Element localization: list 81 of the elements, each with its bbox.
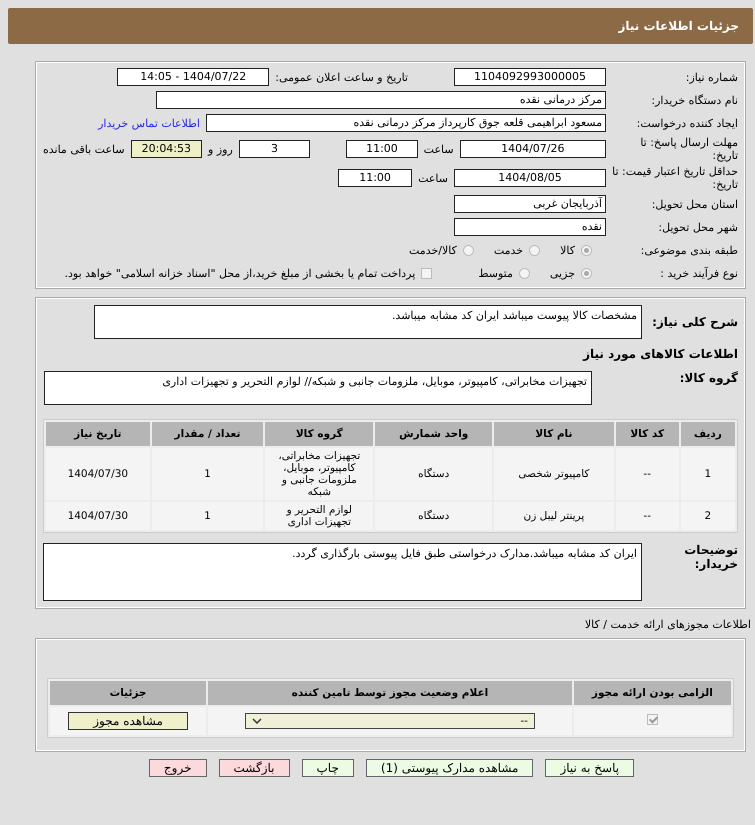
- buyer-field: مرکز درمانی نقده: [156, 91, 606, 109]
- table-cell: 1: [152, 448, 264, 500]
- action-button[interactable]: چاپ: [302, 759, 354, 777]
- province-field: آذربایجان غربی: [454, 195, 606, 213]
- buyer-notes-field: ایران کد مشابه میباشد.مدارک درخواستی طبق فایل پیوستی بارگذاری گردد.: [43, 543, 642, 601]
- table-cell: پرینتر لیبل زن: [494, 502, 614, 530]
- field-label: ساعت: [418, 172, 448, 184]
- goods-group-field: تجهیزات مخابراتی، کامپیوتر، موبایل، ملزومات جانبی و شبکه// لوازم التحریر و تجهیزات اداری: [44, 371, 592, 405]
- caret-icon: [252, 718, 262, 724]
- status-dropdown[interactable]: --: [244, 713, 535, 729]
- column-header: تعداد / مقدار: [152, 422, 264, 446]
- days-field: 3: [238, 140, 310, 158]
- radio-label: خدمت: [494, 244, 524, 256]
- view-license-button[interactable]: مشاهده مجوز: [68, 712, 188, 730]
- column-header: جزئیات: [50, 681, 206, 705]
- field-label: ساعت: [424, 142, 454, 156]
- column-header: الزامی بودن ارائه مجوز: [574, 681, 731, 705]
- radio-label: جزیی: [550, 266, 575, 280]
- table-cell: 1404/07/30: [46, 448, 150, 500]
- checkbox[interactable]: [421, 268, 432, 278]
- validity-date-field: 1404/08/05: [454, 169, 606, 187]
- field-label: مهلت ارسال پاسخ: تا تاریخ:: [639, 136, 738, 162]
- column-header: کد کالا: [616, 422, 679, 446]
- need-number-field: 1104092993000005: [454, 68, 606, 86]
- field-label: نوع فرآیند خرید :: [659, 266, 738, 280]
- table-cell: --: [616, 502, 679, 530]
- checkbox-label: پرداخت تمام یا بخشی از مبلغ خرید،از محل "اسناد خزانه اسلامی" خواهد بود.: [64, 266, 416, 280]
- action-button[interactable]: بازگشت: [218, 759, 290, 777]
- column-header: نام کالا: [494, 422, 614, 446]
- deadline-time-field: 11:00: [346, 140, 418, 158]
- table-cell: 2: [680, 502, 735, 530]
- field-label: طبقه بندی موضوعی:: [640, 244, 738, 256]
- remaining-time-field: 20:04:53: [130, 140, 202, 158]
- column-header: ردیف: [680, 422, 735, 446]
- radio-button[interactable]: [462, 244, 474, 256]
- table-cell: 1: [680, 448, 735, 500]
- creator-field: مسعود ابراهیمی قلعه جوق کارپرداز مرکز درمانی نقده: [206, 114, 606, 132]
- description-field: مشخصات کالا پیوست میباشد ایران کد مشابه میباشد.: [94, 305, 642, 339]
- table-cell: کامپیوتر شخصی: [494, 448, 614, 500]
- field-label: ایجاد کننده درخواست:: [636, 116, 738, 130]
- deadline-date-field: 1404/07/26: [460, 140, 606, 158]
- radio-button[interactable]: [518, 268, 530, 278]
- validity-time-field: 11:00: [338, 169, 412, 187]
- radio-label: متوسط: [478, 266, 513, 280]
- field-label: شهر محل تحویل:: [657, 220, 738, 234]
- field-label: استان محل تحویل:: [650, 198, 738, 210]
- radio-label: کالا/خدمت: [409, 244, 457, 256]
- radio-button[interactable]: [529, 244, 540, 256]
- page-title: جزئیات اطلاعات نیاز: [618, 19, 739, 33]
- city-field: نقده: [454, 218, 606, 236]
- action-button[interactable]: خروج: [148, 759, 206, 777]
- table-cell: 1404/07/30: [46, 502, 150, 530]
- action-button[interactable]: مشاهده مدارک پیوستی (1): [366, 759, 534, 777]
- column-header: گروه کالا: [265, 422, 374, 446]
- column-header: واحد شمارش: [375, 422, 492, 446]
- action-button[interactable]: پاسخ به نیاز: [545, 759, 634, 777]
- table-cell: لوازم التحریر و تجهیزات اداری: [265, 502, 374, 530]
- table-cell: --: [616, 448, 679, 500]
- field-label: شماره نیاز:: [684, 70, 738, 84]
- field-label: ساعت باقی مانده: [42, 142, 125, 156]
- field-label: تاریخ و ساعت اعلان عمومی:: [275, 70, 408, 84]
- table-cell: تجهیزات مخابراتی، کامپیوتر، موبایل، ملزومات جانبی و شبکه: [265, 448, 374, 500]
- section-title: اطلاعات کالاهای مورد نیاز: [582, 347, 738, 361]
- checkbox[interactable]: [646, 714, 658, 725]
- column-header: اعلام وضعیت مجوز توسط تامین کننده: [208, 681, 572, 705]
- buyer-contact-link[interactable]: اطلاعات تماس خریدار: [98, 116, 200, 130]
- field-label: گروه کالا:: [678, 371, 738, 385]
- field-label: توضیحات خریدار:: [683, 543, 738, 571]
- column-header: تاریخ نیاز: [46, 422, 150, 446]
- section-title: اطلاعات مجوزهای ارائه خدمت / کالا: [584, 618, 751, 631]
- field-label: شرح کلی نیاز:: [651, 315, 738, 329]
- field-label: روز و: [208, 142, 233, 156]
- table-cell: دستگاه: [375, 502, 492, 530]
- radio-button[interactable]: [581, 268, 592, 278]
- announce-date-field: 1404/07/22 - 14:05: [117, 68, 270, 86]
- table-cell: دستگاه: [375, 448, 492, 500]
- field-label: نام دستگاه خریدار:: [650, 94, 738, 106]
- radio-label: کالا: [560, 244, 575, 256]
- table-cell: 1: [152, 502, 264, 530]
- radio-button[interactable]: [581, 244, 592, 256]
- field-label: حداقل تاریخ اعتبار قیمت: تا تاریخ:: [612, 165, 738, 191]
